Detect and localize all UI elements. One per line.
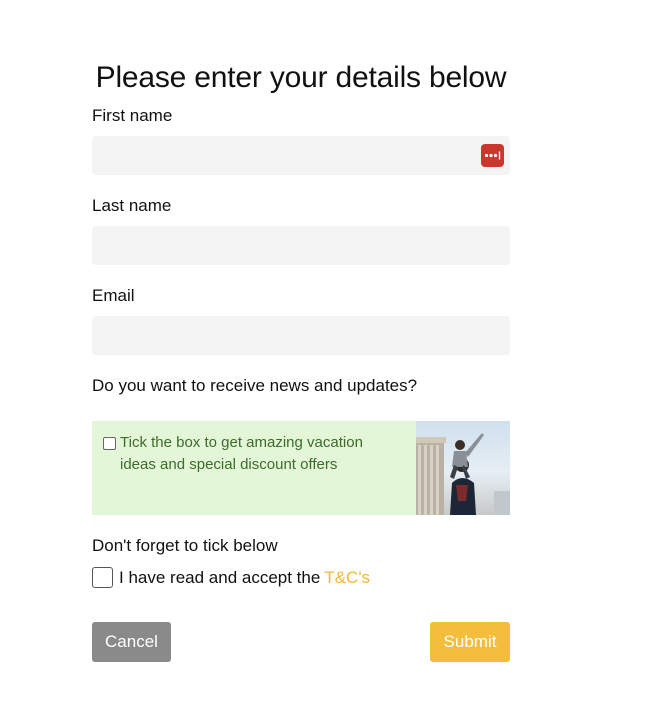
cancel-button[interactable]: Cancel: [92, 622, 171, 662]
terms-link[interactable]: T&C's: [324, 568, 370, 588]
newsletter-question: Do you want to receive news and updates?: [92, 376, 418, 395]
promo-text-area: Tick the box to get amazing vacation ide…: [92, 421, 416, 515]
last-name-label: Last name: [92, 196, 172, 215]
terms-checkbox[interactable]: [92, 567, 113, 588]
newsletter-checkbox-label[interactable]: Tick the box to get amazing vacation ide…: [120, 432, 380, 476]
terms-reminder: Don't forget to tick below: [92, 536, 278, 555]
first-name-label: First name: [92, 106, 173, 125]
newsletter-promo-box: Tick the box to get amazing vacation ide…: [92, 421, 510, 515]
first-name-wrapper: [92, 136, 510, 175]
page-title: Please enter your details below: [95, 61, 507, 94]
first-name-input[interactable]: [92, 136, 510, 175]
password-manager-icon[interactable]: [481, 144, 504, 167]
terms-accept-text: I have read and accept the: [119, 567, 321, 587]
email-label: Email: [92, 286, 135, 305]
email-input[interactable]: [92, 316, 510, 355]
submit-button[interactable]: Submit: [430, 622, 510, 662]
terms-accept-row: I have read and accept the T&C's: [92, 567, 370, 588]
vacation-photo: [416, 421, 510, 515]
newsletter-checkbox[interactable]: [103, 437, 116, 450]
last-name-input[interactable]: [92, 226, 510, 265]
